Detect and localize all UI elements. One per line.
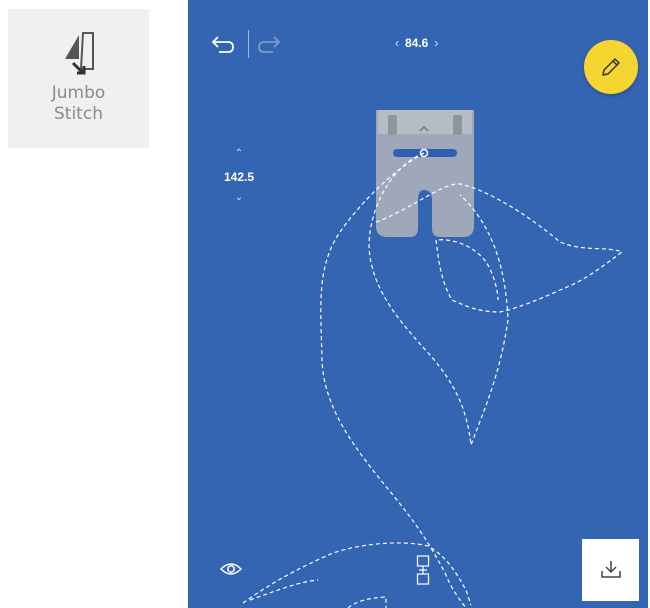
- stitch-design: [242, 110, 624, 608]
- vertical-increase-arrow[interactable]: ⌃: [235, 148, 243, 160]
- jumbo-stitch-icon: [64, 32, 94, 75]
- eye-icon[interactable]: [220, 561, 242, 577]
- horizontal-position-control: ‹ 84.6 ›: [395, 36, 438, 50]
- edit-button[interactable]: [584, 40, 638, 94]
- vertical-position-control: ⌃ 142.5 ⌄: [220, 148, 258, 204]
- redo-arrow-icon[interactable]: [256, 33, 282, 55]
- undo-arrow-icon[interactable]: [210, 33, 236, 55]
- pencil-icon: [602, 58, 620, 76]
- jumbo-stitch-tile[interactable]: Jumbo Stitch: [8, 9, 149, 148]
- presser-foot: [376, 110, 474, 237]
- download-icon: [601, 561, 621, 578]
- horizontal-position-value: 84.6: [405, 36, 429, 50]
- horizontal-decrease-arrow[interactable]: ‹: [395, 36, 399, 50]
- vertical-position-value: 142.5: [223, 170, 255, 184]
- move-stitch-icon[interactable]: [416, 555, 430, 585]
- design-canvas[interactable]: ‹ 84.6 › ⌃ 142.5 ⌄: [188, 0, 648, 608]
- toolbar-separator: [248, 30, 249, 58]
- download-button[interactable]: [582, 539, 639, 601]
- vertical-decrease-arrow[interactable]: ⌄: [235, 192, 243, 204]
- jumbo-stitch-label: Jumbo Stitch: [51, 83, 106, 124]
- horizontal-increase-arrow[interactable]: ›: [434, 36, 438, 50]
